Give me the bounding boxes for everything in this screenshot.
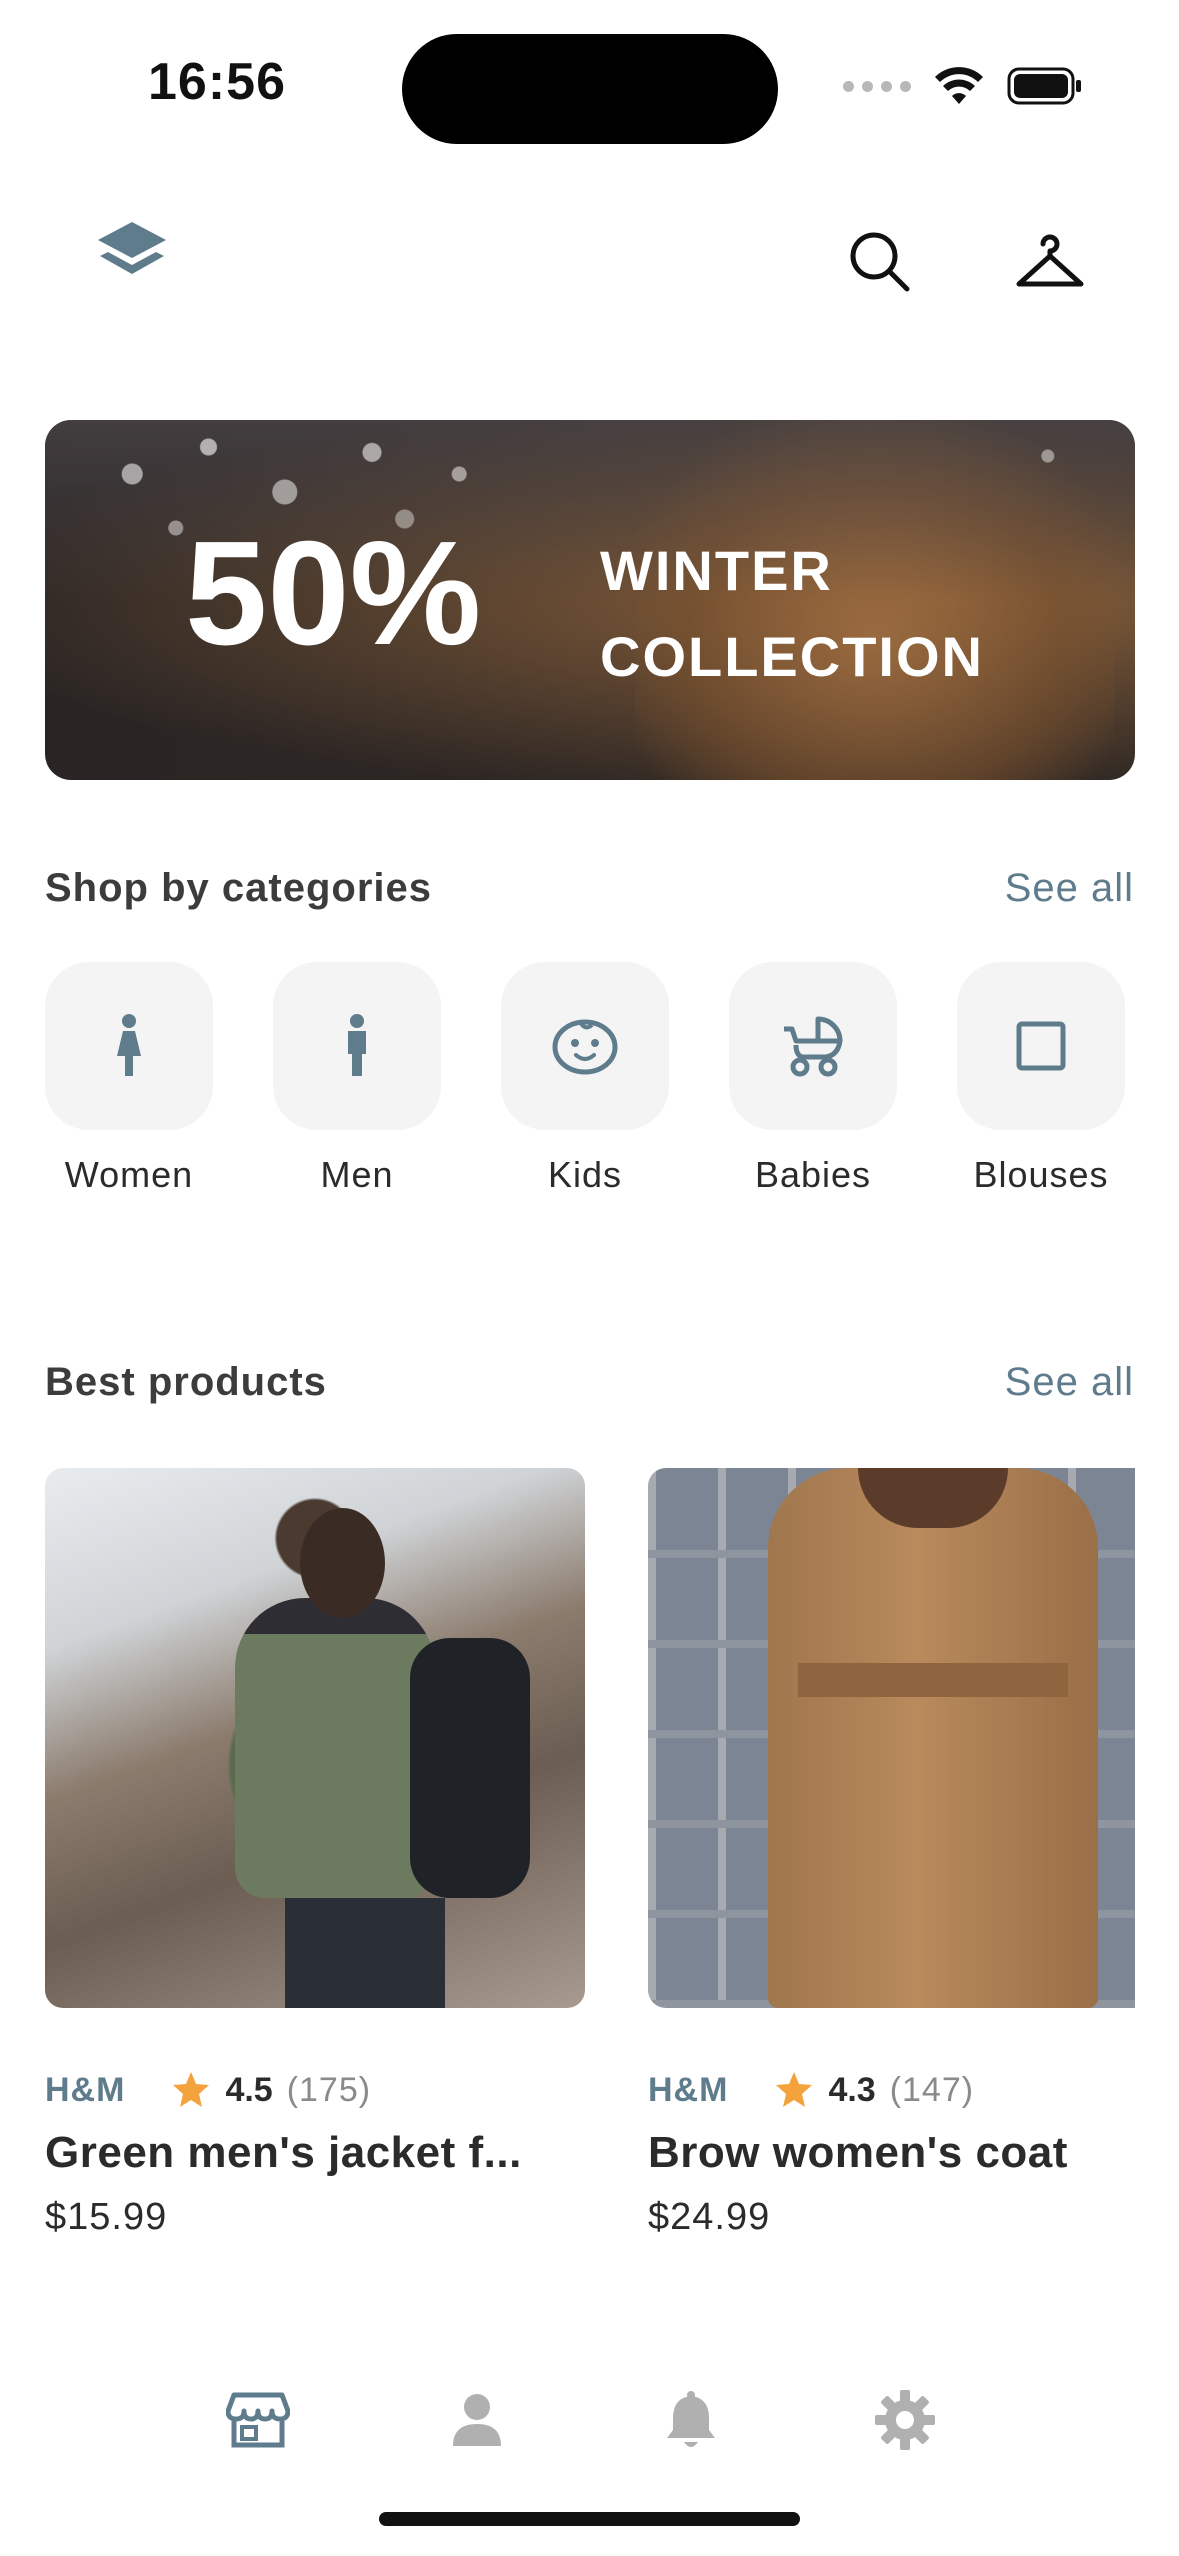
banner-title: WINTER COLLECTION [600, 528, 984, 700]
image-jacket [235, 1598, 435, 1898]
tab-notifications[interactable] [651, 2380, 731, 2460]
categories-see-all[interactable]: See all [1005, 866, 1134, 911]
product-price: $24.99 [648, 2196, 771, 2238]
person-icon [453, 2394, 501, 2446]
product-review-count: (147) [889, 2070, 975, 2109]
tab-store[interactable] [218, 2380, 298, 2460]
banner-title-line1: WINTER [600, 539, 833, 602]
status-icons [843, 66, 1083, 106]
banner-title-line2: COLLECTION [600, 625, 984, 688]
product-name: Brow women's coat [648, 2128, 1068, 2177]
product-image[interactable] [648, 1468, 1135, 2008]
category-label: Kids [547, 1154, 623, 1195]
stroller-icon [784, 1016, 843, 1077]
store-icon [226, 2392, 290, 2448]
product-brand: H&M [648, 2070, 729, 2109]
image-legs [285, 1898, 445, 2008]
product-meta: H&M 4.5 (175) [45, 2070, 585, 2110]
wifi-icon [935, 67, 983, 104]
image-head [300, 1508, 385, 1618]
category-kids[interactable]: Kids [501, 962, 669, 1196]
category-tile[interactable] [729, 962, 897, 1130]
category-label: Men [320, 1154, 394, 1195]
bell-icon [667, 2391, 715, 2447]
product-card[interactable]: H&M 4.5 (175) Green men's jacket f... $1… [45, 1468, 585, 2239]
hanger-icon[interactable] [1010, 222, 1090, 302]
product-name: Green men's jacket f... [45, 2128, 522, 2177]
category-tile[interactable] [501, 962, 669, 1130]
woman-icon [117, 1014, 141, 1076]
gear-icon [875, 2390, 935, 2450]
category-list: Women Men Kids Babies Blouses [45, 962, 1125, 1196]
product-image[interactable] [45, 1468, 585, 2008]
man-icon [348, 1014, 366, 1076]
search-icon[interactable] [840, 222, 920, 302]
product-rating: 4.5 [225, 2070, 273, 2109]
category-men[interactable]: Men [273, 962, 441, 1196]
battery-icon [1007, 67, 1081, 105]
star-icon [173, 2072, 210, 2107]
home-indicator[interactable] [379, 2512, 800, 2526]
dynamic-island [402, 34, 778, 144]
image-belt [798, 1663, 1068, 1697]
banner-discount: 50% [185, 511, 482, 676]
products-see-all[interactable]: See all [1005, 1360, 1134, 1405]
category-women[interactable]: Women [45, 962, 213, 1196]
product-card[interactable]: H&M 4.3 (147) Brow women's coat $24.99 [648, 1468, 1135, 2239]
product-rating: 4.3 [828, 2070, 876, 2109]
screen: 16:56 50% WINTER COLLECTION Shop by cate… [0, 0, 1179, 2556]
tab-profile[interactable] [437, 2380, 517, 2460]
promo-banner[interactable]: 50% WINTER COLLECTION [45, 420, 1135, 780]
image-coat [768, 1468, 1098, 2008]
square-icon [1016, 1021, 1066, 1071]
product-meta: H&M 4.3 (147) [648, 2070, 1135, 2110]
image-backpack [410, 1638, 530, 1898]
category-babies[interactable]: Babies [729, 962, 897, 1196]
products-title: Best products [45, 1360, 327, 1404]
category-tile[interactable] [957, 962, 1125, 1130]
tab-settings[interactable] [865, 2380, 945, 2460]
product-brand: H&M [45, 2070, 126, 2109]
category-label: Women [64, 1154, 194, 1195]
category-blouses[interactable]: Blouses [957, 962, 1125, 1196]
categories-title: Shop by categories [45, 866, 432, 910]
layers-icon[interactable] [92, 218, 172, 303]
category-label: Babies [754, 1154, 872, 1195]
cellular-signal-icon [843, 80, 911, 92]
status-time: 16:56 [148, 53, 286, 111]
product-price: $15.99 [45, 2196, 168, 2238]
tab-bar [0, 2380, 1179, 2460]
category-tile[interactable] [45, 962, 213, 1130]
child-face-icon [552, 1019, 618, 1075]
category-label: Blouses [973, 1154, 1109, 1195]
category-tile[interactable] [273, 962, 441, 1130]
star-icon [776, 2072, 813, 2107]
product-review-count: (175) [286, 2070, 372, 2109]
